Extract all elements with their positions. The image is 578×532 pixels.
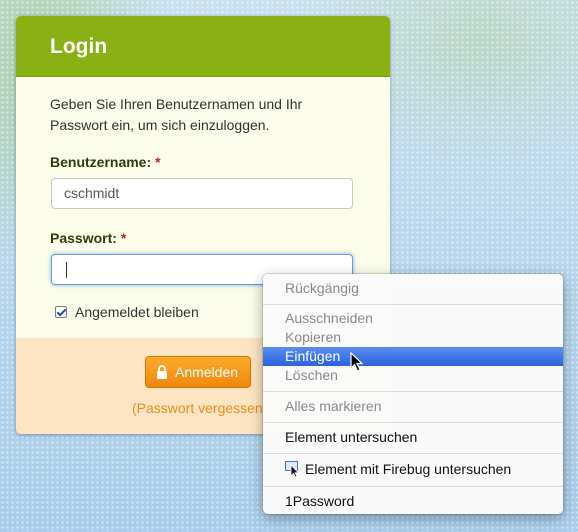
menu-item-undo[interactable]: Rückgängig bbox=[285, 279, 359, 298]
required-marker: * bbox=[155, 154, 161, 170]
menu-item-inspect[interactable]: Element untersuchen bbox=[285, 428, 417, 447]
menu-item-1password[interactable]: 1Password bbox=[285, 492, 354, 511]
menu-item-delete[interactable]: Löschen bbox=[285, 366, 338, 385]
page-title: Login bbox=[50, 35, 108, 58]
menu-item-paste[interactable]: Einfügen bbox=[263, 347, 563, 366]
firebug-inspect-icon bbox=[285, 461, 300, 477]
intro-text: Geben Sie Ihren Benutzernamen und Ihr Pa… bbox=[50, 96, 303, 133]
required-marker: * bbox=[120, 230, 127, 246]
login-button-label: Anmelden bbox=[175, 364, 239, 380]
text-caret bbox=[66, 262, 67, 278]
username-label: Benutzername: * bbox=[50, 154, 161, 170]
menu-separator bbox=[263, 486, 563, 487]
menu-item-cut[interactable]: Ausschneiden bbox=[285, 309, 373, 328]
login-button[interactable]: Anmelden bbox=[145, 356, 251, 388]
password-label: Passwort: * bbox=[50, 230, 127, 246]
menu-separator bbox=[263, 391, 563, 392]
username-input[interactable]: cschmidt bbox=[51, 178, 353, 209]
mouse-cursor-icon bbox=[350, 352, 364, 372]
menu-item-firebug[interactable]: Element mit Firebug untersuchen bbox=[305, 460, 511, 479]
menu-item-copy[interactable]: Kopieren bbox=[285, 328, 341, 347]
menu-separator bbox=[263, 453, 563, 454]
remember-label[interactable]: Angemeldet bleiben bbox=[75, 304, 199, 320]
forgot-password-link[interactable]: (Passwort vergessen bbox=[132, 400, 263, 416]
menu-separator bbox=[263, 422, 563, 423]
context-menu: Rückgängig Ausschneiden Kopieren Einfüge… bbox=[263, 274, 563, 514]
menu-separator bbox=[263, 304, 563, 305]
menu-item-select-all[interactable]: Alles markieren bbox=[285, 397, 381, 416]
remember-checkbox[interactable] bbox=[55, 306, 67, 318]
lock-icon bbox=[157, 365, 167, 379]
